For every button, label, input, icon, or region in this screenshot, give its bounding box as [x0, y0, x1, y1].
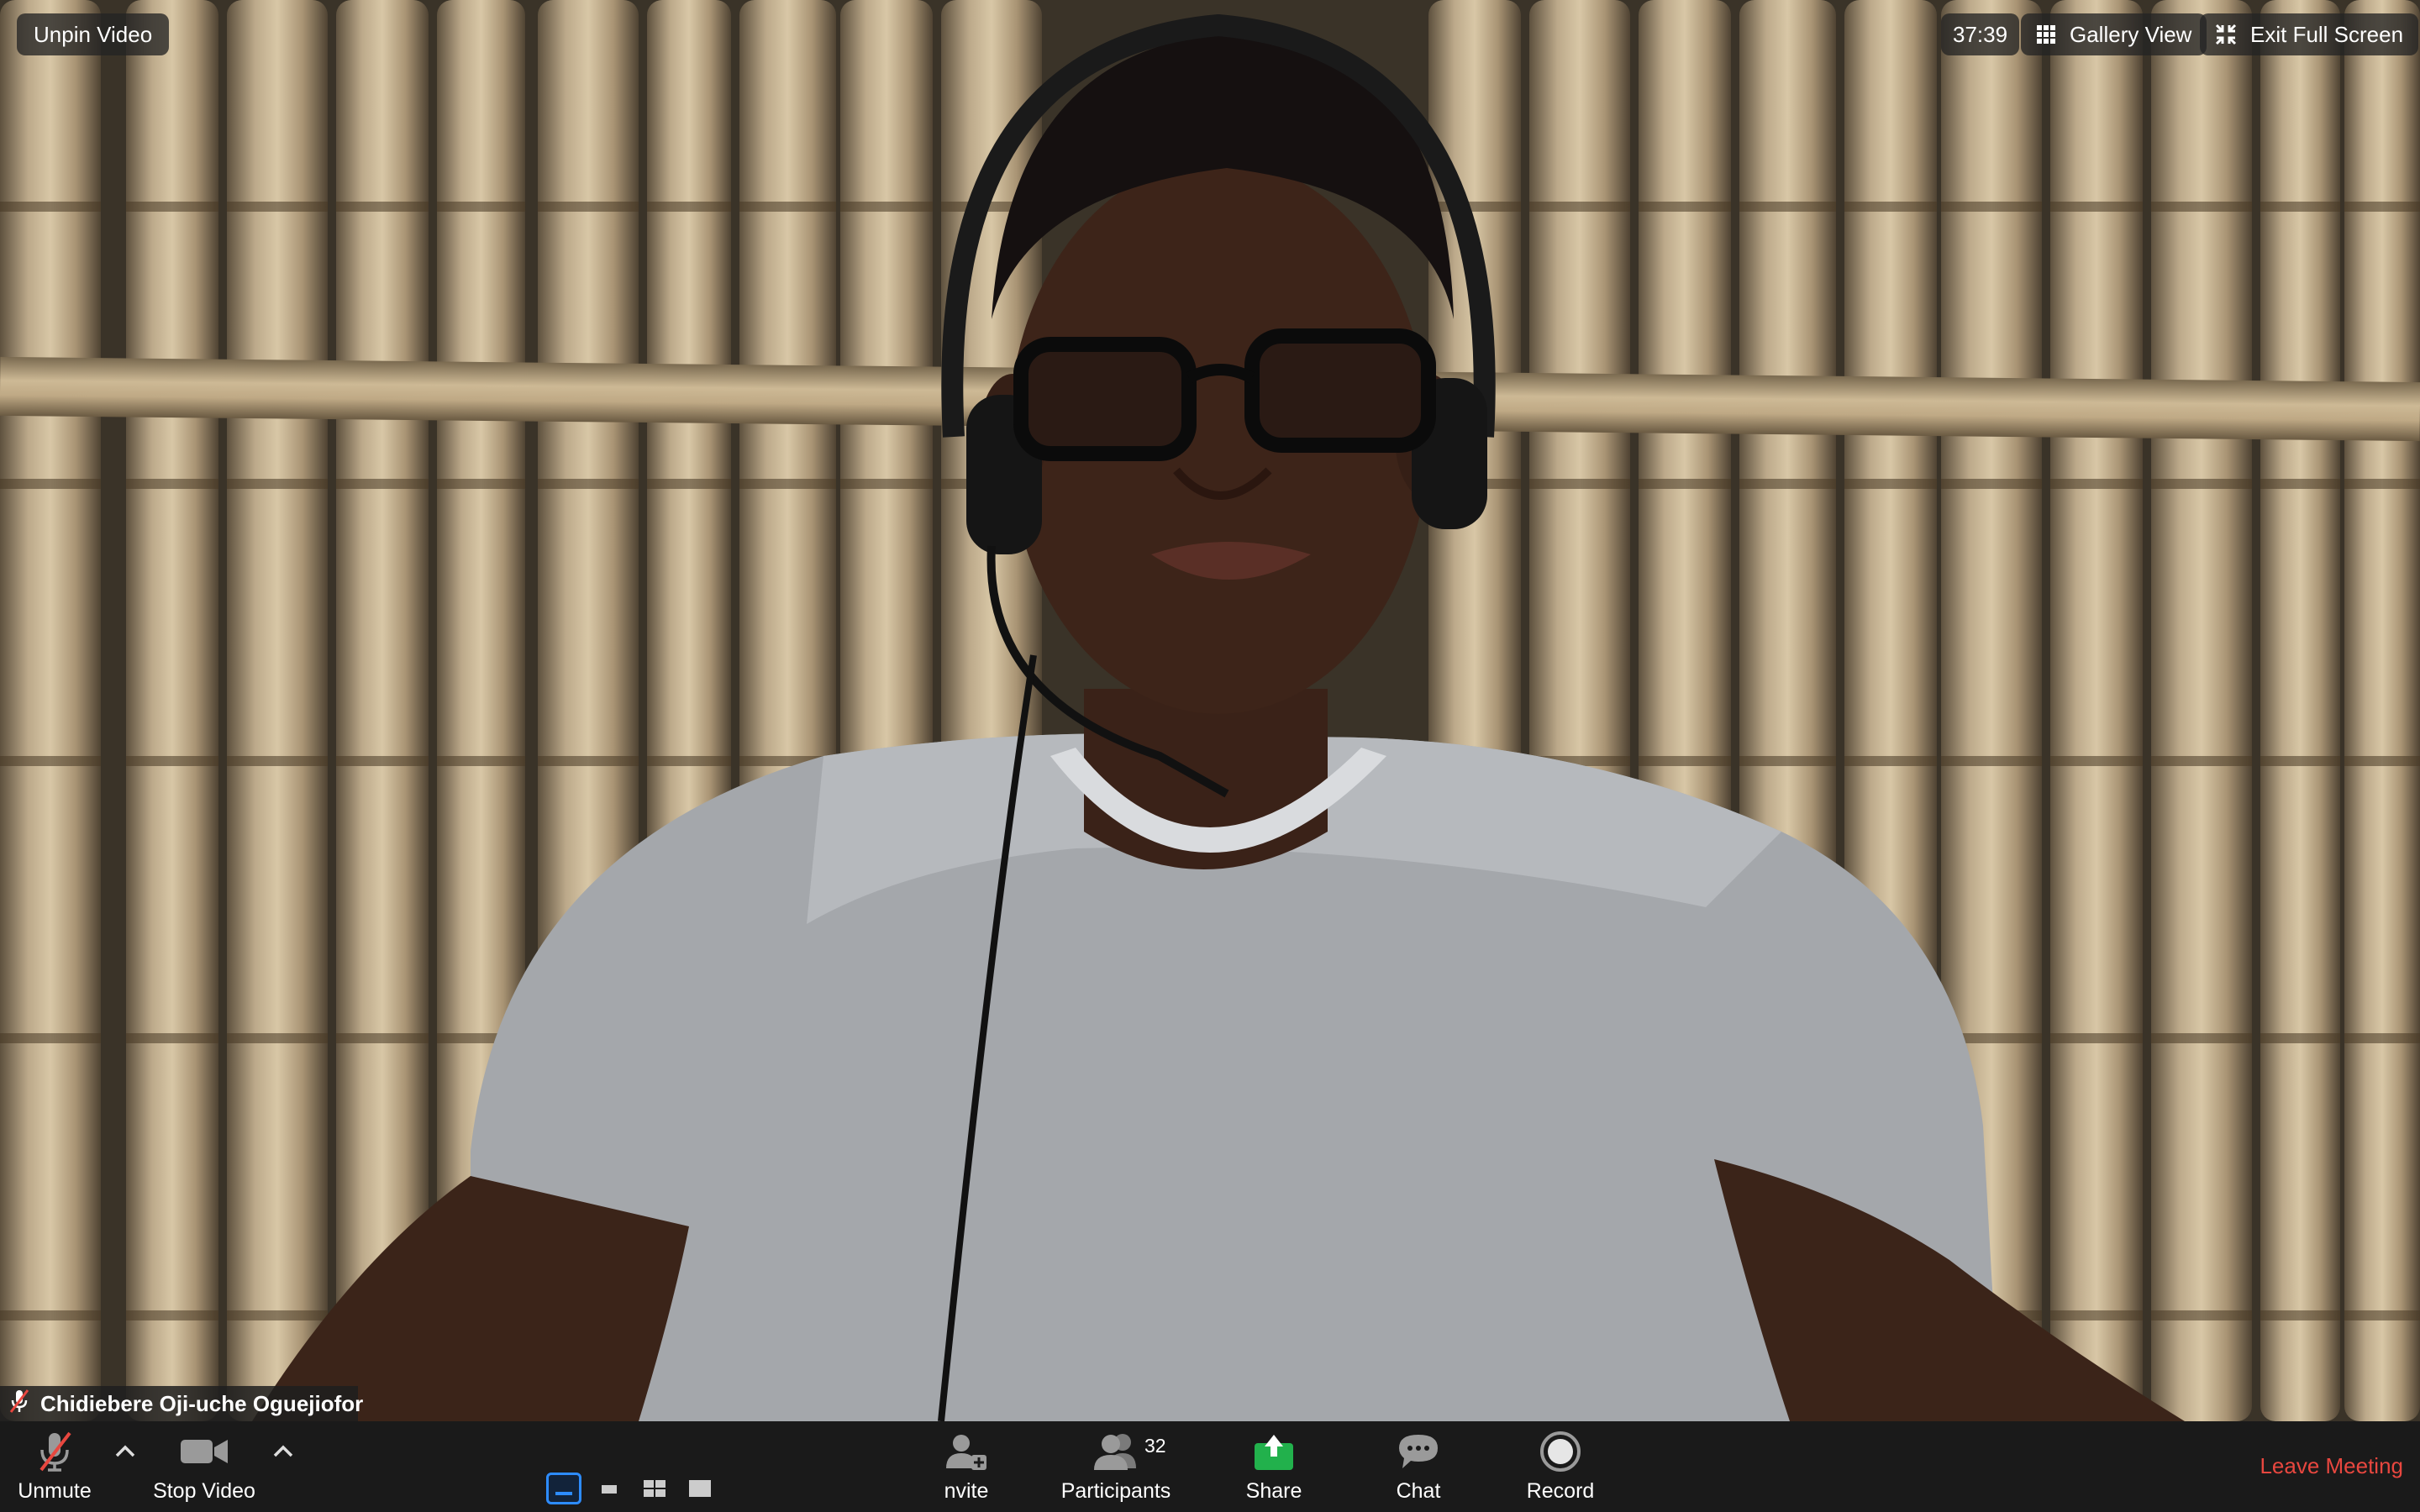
share-label: Share [1245, 1479, 1302, 1503]
video-feed [0, 0, 2420, 1421]
layout-selector [546, 1468, 728, 1509]
video-options-caret[interactable] [271, 1443, 296, 1464]
gallery-view-button[interactable]: Gallery View [2021, 13, 2207, 55]
record-icon [1539, 1429, 1582, 1474]
grid-icon [2036, 24, 2056, 45]
unpin-video-button[interactable]: Unpin Video [17, 13, 170, 55]
participants-icon [1089, 1429, 1143, 1474]
share-button[interactable]: Share [1240, 1421, 1307, 1512]
camera-icon [179, 1429, 229, 1474]
record-label: Record [1526, 1479, 1595, 1503]
participant-name: Chidiebere Oji-uche Oguejiofor [40, 1390, 364, 1416]
layout-gallery-button[interactable] [637, 1473, 672, 1504]
participant-name-label: Chidiebere Oji-uche Oguejiofor [0, 1386, 363, 1421]
meeting-toolbar: Unmute Stop Video nvite Participants 32 … [0, 1421, 2420, 1512]
unmute-label: Unmute [18, 1479, 92, 1503]
unpin-video-label: Unpin Video [34, 21, 153, 47]
layout-full-button[interactable] [682, 1473, 718, 1504]
audio-options-caret[interactable] [113, 1443, 138, 1464]
microphone-muted-icon [34, 1429, 75, 1474]
exit-fullscreen-icon [2215, 24, 2237, 45]
invite-label: nvite [944, 1479, 989, 1503]
layout-speaker-strip-button[interactable] [546, 1473, 581, 1504]
microphone-muted-icon [8, 1389, 30, 1420]
stop-video-button[interactable]: Stop Video [150, 1421, 259, 1512]
leave-meeting-button[interactable]: Leave Meeting [2260, 1453, 2403, 1479]
chat-button[interactable]: Chat [1385, 1421, 1452, 1512]
participant-figure [252, 13, 2185, 1421]
exit-full-screen-label: Exit Full Screen [2250, 21, 2404, 47]
invite-user-icon [944, 1429, 988, 1474]
gallery-view-label: Gallery View [2070, 21, 2192, 47]
record-button[interactable]: Record [1523, 1421, 1598, 1512]
meeting-timer: 37:39 [1941, 13, 2020, 55]
unmute-button[interactable]: Unmute [8, 1421, 101, 1512]
stop-video-label: Stop Video [153, 1479, 255, 1503]
participants-count: 32 [1144, 1435, 1166, 1457]
chat-icon [1396, 1429, 1441, 1474]
chat-label: Chat [1396, 1479, 1441, 1503]
participants-label: Participants [1060, 1479, 1171, 1503]
invite-button[interactable]: nvite [941, 1421, 992, 1512]
layout-speaker-button[interactable] [592, 1473, 627, 1504]
share-icon [1253, 1429, 1295, 1474]
exit-full-screen-button[interactable]: Exit Full Screen [2200, 13, 2419, 55]
timer-text: 37:39 [1953, 21, 2008, 47]
